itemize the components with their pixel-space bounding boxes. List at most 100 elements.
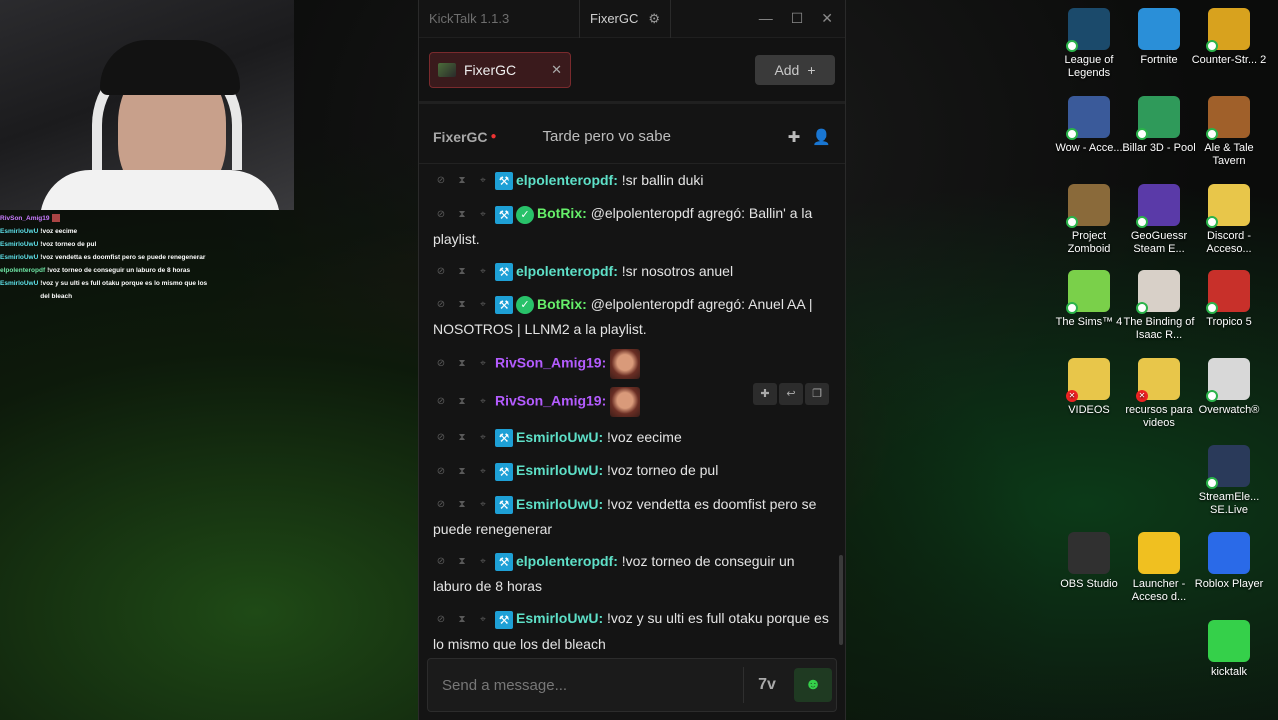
timeout-icon[interactable]: ⧗ [454, 203, 470, 227]
add-button[interactable]: Add + [755, 54, 835, 85]
overlay-row: EsmirloUwU !voz vendetta es doomfist pero… [0, 251, 222, 264]
chat-username[interactable]: RivSon_Amig19 [495, 355, 602, 371]
desktop-icon[interactable]: League of Legends [1050, 8, 1128, 80]
pin-msg-icon[interactable]: ⌖ [475, 550, 491, 574]
chat-username[interactable]: elpolenteropdf [516, 553, 613, 569]
app-icon [1206, 445, 1250, 489]
ban-icon[interactable]: ⊘ [433, 460, 449, 484]
desktop-icon[interactable]: The Sims™ 4 [1050, 270, 1128, 329]
desktop-icon[interactable]: GeoGuessr Steam E... [1120, 184, 1198, 256]
user-icon[interactable]: 👤 [812, 128, 831, 146]
reply-icon[interactable]: ↩ [779, 383, 803, 406]
app-icon [1066, 270, 1110, 314]
timeout-icon[interactable]: ⧗ [454, 460, 470, 484]
pin-msg-icon[interactable]: ⌖ [475, 169, 491, 193]
chat-username[interactable]: EsmirloUwU [516, 462, 598, 478]
timeout-icon[interactable]: ⧗ [454, 293, 470, 317]
pin-msg-icon[interactable]: ⌖ [475, 493, 491, 517]
maximize-icon[interactable]: ☐ [791, 10, 804, 27]
chat-username[interactable]: elpolenteropdf [516, 263, 613, 279]
desktop-icon[interactable]: Fortnite [1120, 8, 1198, 67]
verified-badge-icon: ✓ [516, 296, 534, 315]
overlay-row: RivSon_Amig19 [0, 212, 222, 225]
timeout-icon[interactable]: ⧗ [454, 608, 470, 632]
chat-text: !sr nosotros anuel [621, 262, 734, 279]
desktop-icon[interactable]: ✕ VIDEOS [1050, 358, 1128, 417]
desktop-icon[interactable]: Billar 3D - Pool [1120, 96, 1198, 155]
copy-icon[interactable]: ❐ [805, 383, 829, 406]
minimize-icon[interactable]: — [759, 10, 773, 27]
pin-msg-icon[interactable]: ⌖ [475, 203, 491, 227]
pin-icon[interactable]: ✚ [753, 383, 777, 406]
desktop-icon[interactable]: Discord - Acceso... [1190, 184, 1268, 256]
ban-icon[interactable]: ⊘ [433, 390, 449, 414]
desktop-icon[interactable]: OBS Studio [1050, 532, 1128, 591]
timeout-icon[interactable]: ⧗ [454, 260, 470, 284]
pin-msg-icon[interactable]: ⌖ [475, 293, 491, 317]
7tv-emote-button[interactable]: 7v [748, 668, 786, 702]
timeout-icon[interactable]: ⧗ [454, 169, 470, 193]
chat-username[interactable]: elpolenteropdf [516, 172, 613, 188]
ban-icon[interactable]: ⊘ [433, 203, 449, 227]
account-name[interactable]: FixerGC [590, 11, 638, 26]
timeout-icon[interactable]: ⧗ [454, 352, 470, 376]
message-input[interactable] [428, 659, 743, 711]
desktop-icon[interactable]: Launcher - Acceso d... [1120, 532, 1198, 604]
desktop-icon[interactable]: The Binding of Isaac R... [1120, 270, 1198, 342]
chat-username[interactable]: BotRix [537, 296, 582, 312]
window-controls: — ☐ ✕ [759, 10, 845, 27]
chat-message: ⊘ ⧗ ⌖ ⚒ EsmirloUwU: !voz y su ulti es full o… [433, 602, 829, 650]
ban-icon[interactable]: ⊘ [433, 493, 449, 517]
desktop-icon[interactable]: Roblox Player [1190, 532, 1268, 591]
desktop-icon[interactable]: Wow - Acce... [1050, 96, 1128, 155]
chat-messages[interactable]: ⊘ ⧗ ⌖ ⚒ elpolenteropdf: !sr ballin duki ⊘ ⧗ ⌖ ⚒ ✓… [419, 160, 845, 650]
desktop-icon[interactable]: Project Zomboid [1050, 184, 1128, 256]
desktop-icon[interactable]: ✕ recursos para videos [1120, 358, 1198, 430]
live-dot-icon: ● [490, 131, 497, 142]
gear-icon[interactable]: ⚙ [648, 11, 660, 27]
ban-icon[interactable]: ⊘ [433, 426, 449, 450]
pin-icon[interactable]: ✚ [788, 128, 801, 146]
close-tab-icon[interactable]: ✕ [551, 62, 562, 78]
desktop-icon[interactable]: StreamEle... SE.Live [1190, 445, 1268, 517]
ban-icon[interactable]: ⊘ [433, 260, 449, 284]
chat-username[interactable]: BotRix [537, 205, 582, 221]
ban-icon[interactable]: ⊘ [433, 550, 449, 574]
timeout-icon[interactable]: ⧗ [454, 426, 470, 450]
desktop-icon-label: Overwatch® [1198, 404, 1260, 416]
chat-username[interactable]: EsmirloUwU [516, 429, 598, 445]
pin-msg-icon[interactable]: ⌖ [475, 352, 491, 376]
ban-icon[interactable]: ⊘ [433, 352, 449, 376]
overlay-text: !voz torneo de conseguir un laburo de 8 … [47, 267, 191, 274]
chat-username[interactable]: EsmirloUwU [516, 496, 598, 512]
ban-icon[interactable]: ⊘ [433, 169, 449, 193]
pin-msg-icon[interactable]: ⌖ [475, 460, 491, 484]
pin-msg-icon[interactable]: ⌖ [475, 390, 491, 414]
chat-username[interactable]: EsmirloUwU [516, 610, 598, 626]
kick-emote-button[interactable]: ☻ [794, 668, 832, 702]
scrollbar[interactable] [839, 555, 843, 645]
chat-username[interactable]: RivSon_Amig19 [495, 393, 602, 409]
message-hover-actions: ✚ ↩ ❐ [753, 383, 829, 406]
mod-actions: ⊘ ⧗ ⌖ [433, 426, 491, 450]
timeout-icon[interactable]: ⧗ [454, 493, 470, 517]
pin-msg-icon[interactable]: ⌖ [475, 608, 491, 632]
pin-msg-icon[interactable]: ⌖ [475, 260, 491, 284]
chat-text: !sr ballin duki [621, 172, 704, 188]
channel-header: FixerGC ● Tarde pero vo sabe ✚ 👤 [419, 110, 845, 164]
pin-msg-icon[interactable]: ⌖ [475, 426, 491, 450]
timeout-icon[interactable]: ⧗ [454, 550, 470, 574]
desktop-icon[interactable]: Tropico 5 [1190, 270, 1268, 329]
desktop-icon[interactable]: Ale & Tale Tavern [1190, 96, 1268, 168]
timeout-icon[interactable]: ⧗ [454, 390, 470, 414]
account-area[interactable]: FixerGC ⚙ [579, 0, 672, 38]
close-icon[interactable]: ✕ [821, 10, 833, 27]
ban-icon[interactable]: ⊘ [433, 608, 449, 632]
app-icon [1206, 184, 1250, 228]
tab-fixergc[interactable]: FixerGC ✕ [429, 51, 571, 88]
desktop-icon[interactable]: Overwatch® [1190, 358, 1268, 417]
desktop-icon[interactable]: Counter-Str... 2 [1190, 8, 1268, 67]
ban-icon[interactable]: ⊘ [433, 293, 449, 317]
desktop-icon[interactable]: kicktalk [1190, 620, 1268, 679]
channel-thumbnail [438, 62, 456, 77]
